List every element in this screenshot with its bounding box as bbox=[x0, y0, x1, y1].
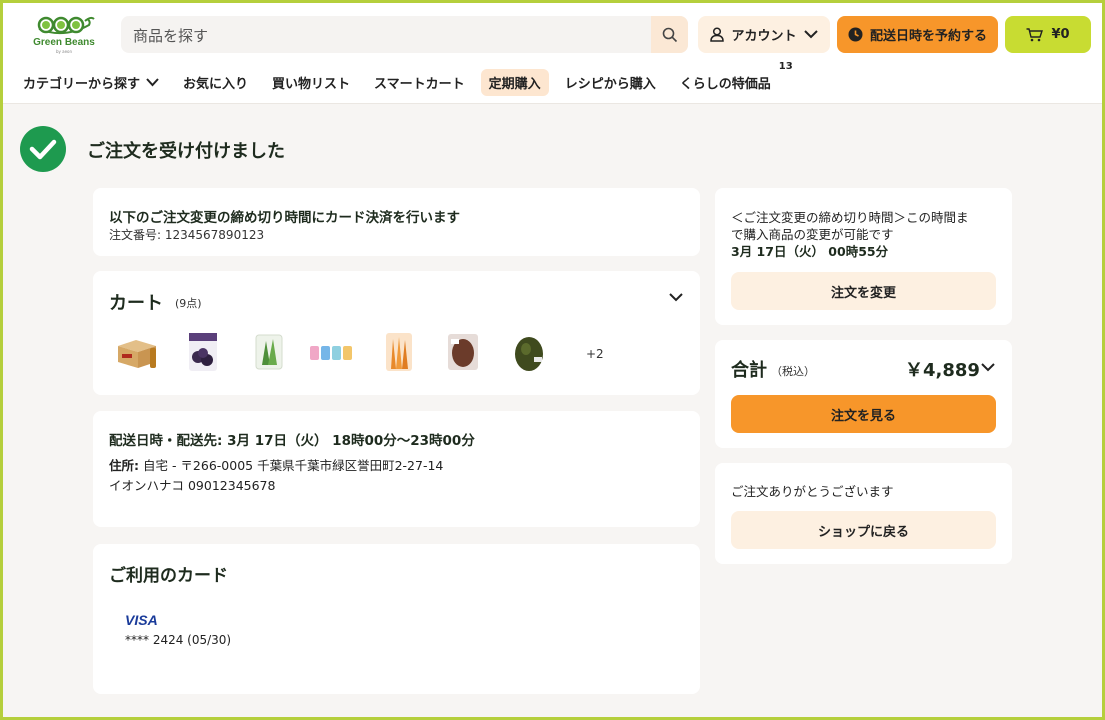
total-tax-note: （税込） bbox=[771, 365, 815, 378]
nav-categories[interactable]: カテゴリーから探す bbox=[15, 69, 167, 96]
notice-card: 以下のご注文変更の締め切り時間にカード決済を行います 注文番号: 1234567… bbox=[93, 188, 700, 256]
nav-shopping-list[interactable]: 買い物リスト bbox=[264, 69, 358, 96]
nav-subscription[interactable]: 定期購入 bbox=[480, 68, 549, 96]
reserve-label: 配送日時を予約する bbox=[869, 29, 987, 44]
change-order-label: 注文を変更 bbox=[830, 285, 896, 301]
view-order-button[interactable]: 注文を見る bbox=[731, 395, 996, 433]
check-circle-icon bbox=[20, 126, 66, 172]
thanks-card: ご注文ありがとうございます ショップに戻る bbox=[715, 463, 1012, 564]
delivery-headline: 配送日時・配送先: 3月 17日（火） 18時00分〜23時00分 bbox=[109, 433, 475, 449]
cart-title: カート bbox=[109, 293, 163, 314]
brand-sub: by aeon bbox=[55, 49, 73, 54]
category-nav: カテゴリーから探す お気に入り 買い物リスト スマートカート 定期購入 レシピか… bbox=[15, 61, 793, 96]
payment-title: ご利用のカード bbox=[109, 566, 228, 586]
snack-bag-icon bbox=[189, 333, 217, 371]
brand-logo[interactable]: Green Beans by aeon bbox=[33, 15, 95, 55]
payment-card: ご利用のカード VISA **** 2424 (05/30) bbox=[93, 544, 700, 694]
chevron-down-icon[interactable] bbox=[669, 293, 683, 302]
cart-item-thumbnail[interactable] bbox=[181, 330, 225, 374]
chocolate-pack-icon bbox=[448, 334, 478, 370]
search-icon bbox=[662, 27, 677, 42]
address-value: 自宅 - 〒266-0005 千葉県千葉市緑区誉田町2-27-14 bbox=[139, 458, 444, 473]
page-frame: Green Beans by aeon 商品を探す アカウント 配送日時を予約す… bbox=[0, 0, 1105, 720]
nav-label: お気に入り bbox=[183, 76, 249, 92]
cart-total: ¥0 bbox=[1051, 27, 1070, 42]
nav-favorites[interactable]: お気に入り bbox=[175, 69, 256, 96]
search-bar[interactable]: 商品を探す bbox=[121, 16, 688, 53]
nav-label: スマートカート bbox=[374, 76, 465, 92]
cart-item-thumbnail[interactable] bbox=[309, 330, 353, 374]
nav-label: 定期購入 bbox=[488, 76, 541, 92]
search-input[interactable]: 商品を探す bbox=[133, 25, 208, 46]
site-header: Green Beans by aeon 商品を探す アカウント 配送日時を予約す… bbox=[3, 3, 1102, 104]
nav-label: カテゴリーから探す bbox=[23, 76, 141, 92]
account-label: アカウント bbox=[731, 29, 797, 44]
total-label: 合計 bbox=[731, 360, 767, 381]
deadline-datetime: 3月 17日（火） 00時55分 bbox=[731, 244, 889, 259]
chevron-down-icon[interactable] bbox=[981, 363, 995, 372]
beverage-box-icon bbox=[118, 340, 156, 368]
nav-label: レシピから購入 bbox=[564, 76, 656, 92]
total-card: 合計 （税込） ￥4,889 注文を見る bbox=[715, 340, 1012, 448]
account-button[interactable]: アカウント bbox=[698, 16, 830, 53]
cart-item-thumbnail[interactable] bbox=[377, 330, 421, 374]
deadline-card: ＜ご注文変更の締め切り時間＞この時間ま で購入商品の変更が可能です 3月 17日… bbox=[715, 188, 1012, 325]
visa-logo: VISA bbox=[125, 612, 158, 628]
order-number: 注文番号: 1234567890123 bbox=[109, 228, 265, 242]
delivery-contact: イオンハナコ 09012345678 bbox=[109, 478, 276, 493]
search-button[interactable] bbox=[651, 16, 688, 53]
notice-headline: 以下のご注文変更の締め切り時間にカード決済を行います bbox=[109, 210, 460, 226]
cart-item-thumbnail[interactable] bbox=[247, 330, 291, 374]
nav-label: 買い物リスト bbox=[272, 76, 351, 92]
cart-button[interactable]: ¥0 bbox=[1005, 16, 1091, 53]
cart-item-thumbnail[interactable] bbox=[507, 330, 551, 374]
cart-count: (9点) bbox=[175, 297, 202, 310]
nav-recipes[interactable]: レシピから購入 bbox=[557, 69, 664, 96]
carrot-bag-icon bbox=[386, 333, 412, 371]
card-masked-number: **** 2424 (05/30) bbox=[125, 633, 232, 647]
clock-icon bbox=[848, 27, 863, 42]
nav-specials[interactable]: くらしの特価品 13 bbox=[672, 61, 793, 96]
thanks-message: ご注文ありがとうございます bbox=[731, 484, 894, 499]
chevron-down-icon bbox=[146, 77, 159, 86]
cart-icon bbox=[1026, 27, 1044, 41]
cart-more-count[interactable]: +2 bbox=[586, 347, 604, 361]
back-to-shop-label: ショップに戻る bbox=[817, 524, 909, 540]
total-amount: ￥4,889 bbox=[905, 360, 980, 381]
change-order-button[interactable]: 注文を変更 bbox=[731, 272, 996, 310]
page-title: ご注文を受け付けました bbox=[87, 141, 285, 162]
brand-name: Green Beans bbox=[33, 37, 95, 48]
cart-item-thumbnail[interactable] bbox=[441, 330, 485, 374]
nav-smart-cart[interactable]: スマートカート bbox=[366, 69, 473, 96]
specials-count-badge: 13 bbox=[778, 60, 793, 72]
nav-label: くらしの特価品 bbox=[679, 76, 771, 92]
view-order-label: 注文を見る bbox=[830, 408, 896, 424]
delivery-address: 住所: 自宅 - 〒266-0005 千葉県千葉市緑区誉田町2-27-14 bbox=[109, 455, 443, 474]
cart-item-thumbnail[interactable] bbox=[115, 330, 159, 374]
soap-bars-icon bbox=[310, 346, 352, 360]
vegetable-pack-icon bbox=[255, 334, 283, 370]
chevron-down-icon bbox=[803, 30, 818, 39]
avocado-icon bbox=[515, 337, 543, 371]
pea-pod-icon bbox=[37, 16, 95, 35]
back-to-shop-button[interactable]: ショップに戻る bbox=[731, 511, 996, 549]
user-icon bbox=[710, 27, 725, 42]
address-label: 住所: bbox=[109, 458, 139, 473]
delivery-card: 配送日時・配送先: 3月 17日（火） 18時00分〜23時00分 住所: 自宅… bbox=[93, 411, 700, 527]
reserve-delivery-button[interactable]: 配送日時を予約する bbox=[837, 16, 998, 53]
